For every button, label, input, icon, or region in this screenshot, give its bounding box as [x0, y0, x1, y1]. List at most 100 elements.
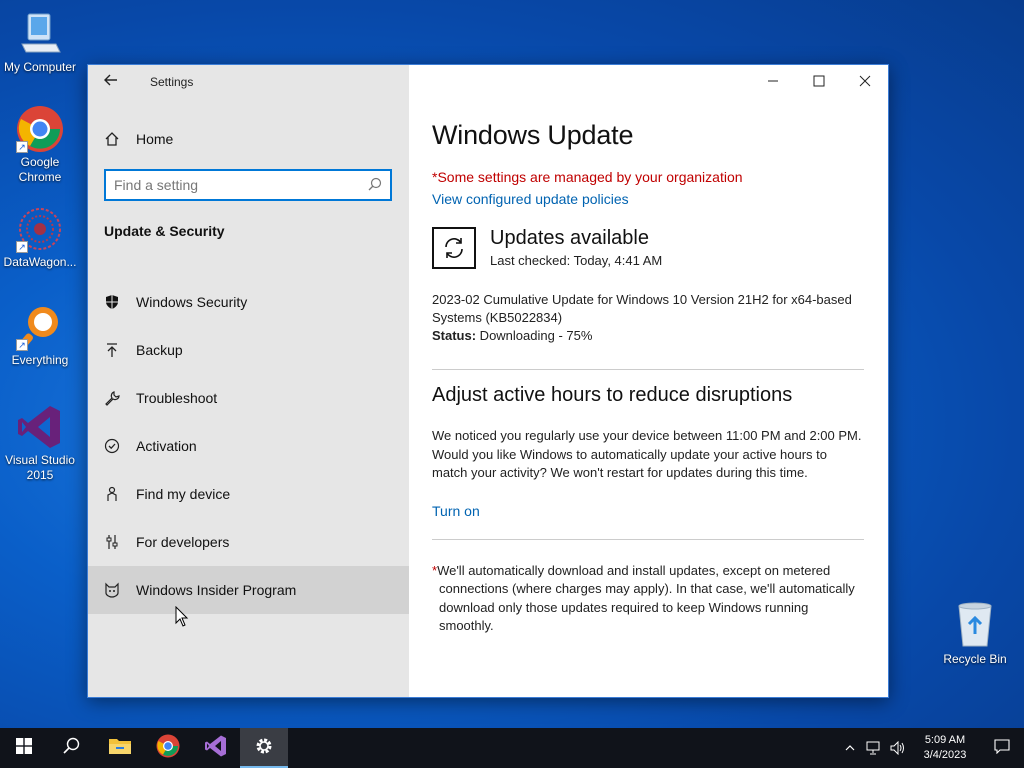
windows-update-page: Windows Update *Some settings are manage… [432, 120, 866, 636]
sidebar-item-label: Home [136, 131, 174, 147]
wrench-icon [88, 390, 136, 406]
magnifier-icon: ↗ [16, 303, 64, 351]
active-hours-text: We noticed you regularly use your device… [432, 428, 862, 480]
search-box[interactable] [104, 169, 392, 201]
caption-buttons [750, 65, 888, 99]
arrow-left-icon [103, 72, 119, 93]
visual-studio-icon [204, 734, 228, 763]
backup-icon [88, 342, 136, 358]
chrome-icon: ↗ [16, 105, 64, 153]
taskbar-search-button[interactable] [48, 728, 96, 768]
update-description: 2023-02 Cumulative Update for Windows 10… [432, 292, 852, 325]
update-status: Status: Downloading - 75% [432, 327, 866, 345]
folder-icon [108, 736, 132, 761]
sidebar-item-windows-security[interactable]: Windows Security [88, 278, 409, 326]
managed-notice: *Some settings are managed by your organ… [432, 169, 743, 185]
sidebar-item-troubleshoot[interactable]: Troubleshoot [88, 374, 409, 422]
windows-logo-icon [16, 737, 32, 759]
start-button[interactable] [0, 728, 48, 768]
search-input[interactable] [114, 177, 368, 193]
sidebar-item-label: Troubleshoot [136, 390, 218, 406]
home-icon [88, 131, 136, 147]
sidebar-item-label: Windows Security [136, 294, 248, 310]
sidebar-item-label: For developers [136, 534, 230, 550]
back-button[interactable] [88, 65, 134, 99]
page-title: Windows Update [432, 120, 634, 150]
sync-icon [432, 227, 476, 269]
person-icon [88, 486, 136, 502]
note-text: We'll automatically download and install… [437, 562, 855, 634]
view-policies-link[interactable]: View configured update policies [432, 191, 866, 207]
desktop-icon-label: DataWagon... [3, 255, 77, 269]
sidebar-nav-list: Windows Security Backup Troubleshoot Act… [88, 278, 409, 614]
search-icon [63, 737, 81, 760]
desktop-icon-label: Everything [11, 353, 69, 367]
sidebar-item-label: Backup [136, 342, 183, 358]
chrome-icon [156, 734, 180, 763]
window-title: Settings [150, 75, 194, 89]
system-tray: 5:09 AM 3/4/2023 [838, 728, 1024, 768]
divider [432, 538, 864, 540]
gear-icon [254, 736, 274, 761]
active-hours-heading: Adjust active hours to reduce disruption… [432, 384, 793, 406]
desktop-icon-datawagon[interactable]: ↗ DataWagon... [0, 205, 80, 270]
visual-studio-icon [16, 403, 64, 451]
desktop-icon-label: Google Chrome [18, 155, 62, 184]
desktop-icon-visual-studio[interactable]: Visual Studio 2015 [0, 403, 80, 483]
desktop-icon-google-chrome[interactable]: ↗ Google Chrome [0, 105, 80, 185]
datawagon-icon: ↗ [16, 205, 64, 253]
divider [432, 369, 864, 370]
auto-download-note: *We'll automatically download and instal… [432, 562, 866, 636]
sidebar-item-label: Windows Insider Program [136, 582, 297, 598]
updates-available-heading: Updates available [490, 227, 649, 249]
desktop-icon-my-computer[interactable]: My Computer [0, 10, 80, 75]
sidebar-item-label: Activation [136, 438, 197, 454]
cat-icon [88, 582, 136, 598]
taskbar: 5:09 AM 3/4/2023 [0, 728, 1024, 768]
sidebar-item-activation[interactable]: Activation [88, 422, 409, 470]
desktop-icon-label: My Computer [3, 60, 77, 74]
sliders-icon [88, 534, 136, 550]
maximize-button[interactable] [796, 65, 842, 99]
taskbar-clock[interactable]: 5:09 AM 3/4/2023 [910, 733, 980, 763]
search-icon[interactable] [368, 177, 382, 194]
clock-date: 3/4/2023 [923, 749, 967, 761]
action-center-button[interactable] [980, 738, 1024, 759]
sidebar-item-windows-insider-program[interactable]: Windows Insider Program [88, 566, 409, 614]
status-value: Downloading - 75% [476, 328, 593, 343]
sidebar-item-label: Find my device [136, 486, 231, 502]
turn-on-link[interactable]: Turn on [432, 503, 866, 519]
close-icon [859, 74, 871, 90]
settings-content: Windows Update *Some settings are manage… [409, 65, 888, 697]
settings-window: Settings Home Update & Security Windows … [87, 64, 889, 698]
sidebar-item-for-developers[interactable]: For developers [88, 518, 409, 566]
minimize-icon [767, 74, 779, 90]
desktop-icon-recycle-bin[interactable]: Recycle Bin [940, 600, 1010, 666]
clock-time: 5:09 AM [924, 734, 966, 746]
network-icon[interactable] [862, 741, 886, 755]
computer-icon [16, 10, 64, 58]
sidebar-item-find-my-device[interactable]: Find my device [88, 470, 409, 518]
mouse-cursor-icon [175, 605, 189, 633]
taskbar-file-explorer[interactable] [96, 728, 144, 768]
desktop-icon-everything[interactable]: ↗ Everything [0, 303, 80, 368]
desktop-icon-label: Visual Studio 2015 [5, 453, 75, 482]
chevron-up-icon[interactable] [838, 742, 862, 754]
taskbar-chrome[interactable] [144, 728, 192, 768]
update-status-block: Updates available Last checked: Today, 4… [432, 227, 866, 269]
notification-icon [994, 738, 1010, 759]
desktop-icon-label: Recycle Bin [943, 652, 1007, 666]
taskbar-settings[interactable] [240, 728, 288, 768]
volume-icon[interactable] [886, 741, 910, 755]
title-bar: Settings [88, 65, 409, 99]
sidebar-item-backup[interactable]: Backup [88, 326, 409, 374]
status-label: Status: [432, 328, 477, 343]
last-checked-text: Last checked: Today, 4:41 AM [490, 253, 663, 268]
minimize-button[interactable] [750, 65, 796, 99]
taskbar-visual-studio[interactable] [192, 728, 240, 768]
close-button[interactable] [842, 65, 888, 99]
settings-sidebar: Settings Home Update & Security Windows … [88, 65, 409, 697]
sidebar-item-home[interactable]: Home [88, 125, 409, 153]
maximize-icon [813, 74, 825, 90]
check-circle-icon [88, 438, 136, 454]
